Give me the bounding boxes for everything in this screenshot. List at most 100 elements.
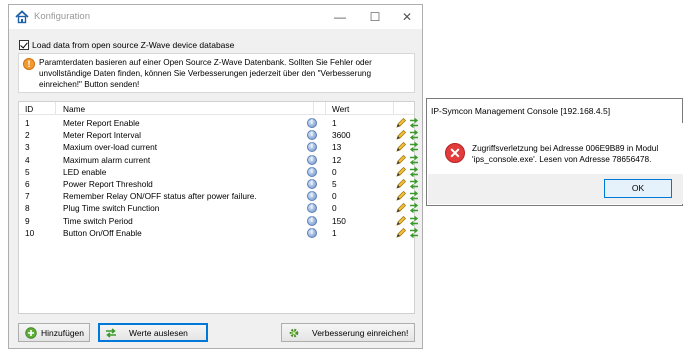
help-icon[interactable]: i: [307, 227, 317, 238]
swap-arrows-icon[interactable]: [409, 178, 419, 190]
home-icon: [15, 10, 29, 24]
parameter-table: ID Name Wert 1 Meter Report Enable i 1 2 Mete…: [18, 101, 419, 314]
table-row[interactable]: 9 Time switch Period i 150: [19, 215, 419, 227]
row-id: 7: [25, 191, 30, 202]
pencil-icon[interactable]: [395, 227, 407, 239]
swap-arrows-icon: [106, 327, 116, 338]
pencil-icon[interactable]: [395, 154, 407, 166]
swap-arrows-icon[interactable]: [409, 227, 419, 239]
column-header-name[interactable]: Name: [63, 104, 85, 114]
row-value: 0: [332, 166, 337, 177]
close-button[interactable]: ✕: [391, 6, 423, 28]
swap-arrows-icon[interactable]: [409, 215, 419, 227]
error-message: Zugriffsverletzung bei Adresse 006E9B89 …: [472, 143, 659, 164]
read-values-button-label: Werte auslesen: [129, 327, 188, 338]
column-divider[interactable]: [313, 102, 314, 115]
row-name: Meter Report Interval: [63, 130, 141, 141]
info-text: Paramterdaten basieren auf einer Open So…: [39, 58, 372, 89]
column-divider[interactable]: [325, 102, 326, 115]
table-row[interactable]: 1 Meter Report Enable i 1: [19, 117, 419, 129]
row-value: 0: [332, 203, 337, 214]
help-icon[interactable]: i: [307, 215, 317, 226]
swap-arrows-icon[interactable]: [409, 202, 419, 214]
info-box: ! Paramterdaten basieren auf einer Open …: [18, 53, 415, 93]
table-row[interactable]: 3 Maxium over-load current i 13: [19, 141, 419, 153]
row-value: 1: [332, 118, 337, 128]
row-name: LED enable: [63, 166, 107, 177]
table-header: ID Name Wert: [19, 102, 414, 115]
add-button-label: Hinzufügen: [41, 327, 85, 338]
swap-arrows-icon[interactable]: [409, 190, 419, 202]
table-row[interactable]: 10 Button On/Off Enable i 1: [19, 227, 419, 239]
submit-improvement-button[interactable]: Verbesserung einreichen!: [281, 323, 415, 342]
table-row[interactable]: 2 Meter Report Interval i 3600: [19, 129, 419, 141]
row-name: Plug Time switch Function: [63, 203, 160, 214]
load-database-option[interactable]: Load data from open source Z-Wave device…: [19, 39, 234, 51]
help-icon[interactable]: i: [307, 191, 317, 202]
swap-arrows-icon[interactable]: [409, 141, 419, 153]
column-header-id[interactable]: ID: [25, 104, 33, 114]
row-id: 4: [25, 154, 30, 165]
row-id: 2: [25, 130, 30, 141]
pencil-icon[interactable]: [395, 117, 407, 129]
help-icon[interactable]: i: [307, 130, 317, 141]
row-id: 9: [25, 215, 30, 226]
help-icon[interactable]: i: [307, 118, 317, 128]
help-icon[interactable]: i: [307, 203, 317, 214]
pencil-icon[interactable]: [395, 178, 407, 190]
help-icon[interactable]: i: [307, 142, 317, 153]
row-name: Power Report Threshold: [63, 179, 153, 189]
pencil-icon[interactable]: [395, 190, 407, 202]
load-database-checkbox[interactable]: [19, 40, 29, 50]
table-row[interactable]: 7 Remember Relay ON/OFF status after powe…: [19, 190, 419, 202]
swap-arrows-icon[interactable]: [409, 129, 419, 141]
title-bar[interactable]: Konfiguration — ☐ ✕: [9, 5, 422, 29]
pencil-icon[interactable]: [395, 166, 407, 178]
minimize-button[interactable]: —: [324, 6, 356, 28]
warning-icon: !: [23, 58, 35, 70]
table-row[interactable]: 6 Power Report Threshold i 5: [19, 178, 419, 190]
pencil-icon[interactable]: [395, 129, 407, 141]
window-title: Konfiguration: [34, 11, 90, 22]
row-id: 5: [25, 166, 30, 177]
read-values-button[interactable]: Werte auslesen: [98, 323, 208, 342]
swap-arrows-icon[interactable]: [409, 154, 419, 166]
error-dialog: IP-Symcon Management Console [192.168.4.…: [426, 98, 683, 206]
row-value: 5: [332, 179, 337, 189]
help-icon[interactable]: i: [307, 154, 317, 165]
error-icon: ✕: [445, 143, 465, 163]
help-icon[interactable]: i: [307, 179, 317, 189]
row-id: 8: [25, 203, 30, 214]
add-icon: [25, 326, 37, 339]
row-id: 10: [25, 227, 35, 238]
dialog-footer: OK: [428, 174, 683, 204]
row-value: 3600: [332, 130, 351, 141]
row-name: Button On/Off Enable: [63, 227, 142, 238]
row-id: 3: [25, 142, 30, 153]
column-divider[interactable]: [393, 102, 394, 115]
row-value: 1: [332, 227, 337, 238]
table-row[interactable]: 4 Maximum alarm current i 12: [19, 154, 419, 166]
ok-button[interactable]: OK: [604, 179, 672, 198]
maximize-button[interactable]: ☐: [359, 6, 391, 28]
column-header-value[interactable]: Wert: [332, 104, 349, 114]
row-name: Remember Relay ON/OFF status after power…: [63, 191, 257, 202]
table-row[interactable]: 8 Plug Time switch Function i 0: [19, 202, 419, 214]
gear-icon: [289, 328, 299, 337]
row-value: 150: [332, 215, 346, 226]
swap-arrows-icon[interactable]: [409, 166, 419, 178]
row-name: Meter Report Enable: [63, 118, 140, 128]
dialog-body: ✕ Zugriffsverletzung bei Adresse 006E9B8…: [428, 123, 683, 175]
add-button[interactable]: Hinzufügen: [18, 323, 90, 342]
row-name: Maxium over-load current: [63, 142, 158, 153]
swap-arrows-icon[interactable]: [409, 117, 419, 129]
pencil-icon[interactable]: [395, 215, 407, 227]
help-icon[interactable]: i: [307, 166, 317, 177]
checkbox-label: Load data from open source Z-Wave device…: [32, 40, 235, 50]
column-divider[interactable]: [55, 102, 56, 115]
table-row[interactable]: 5 LED enable i 0: [19, 166, 419, 178]
row-name: Maximum alarm current: [63, 154, 151, 165]
konfiguration-window: Konfiguration — ☐ ✕ Load data from open …: [8, 4, 423, 349]
pencil-icon[interactable]: [395, 141, 407, 153]
pencil-icon[interactable]: [395, 202, 407, 214]
